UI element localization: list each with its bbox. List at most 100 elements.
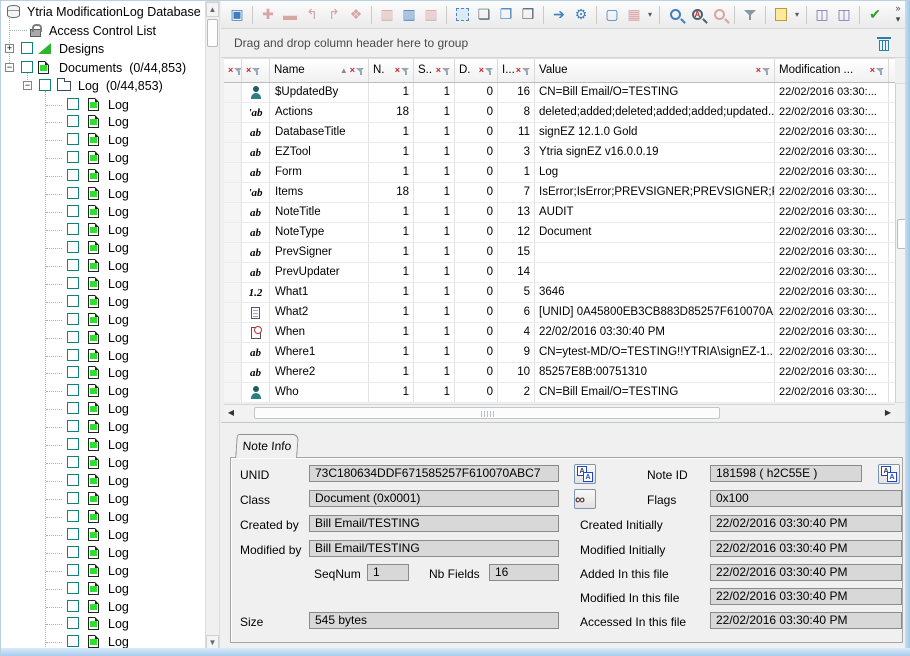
tree-item-log[interactable]: Log — [1, 364, 201, 382]
field-n-cell[interactable]: 1 — [369, 343, 414, 362]
field-modification-cell[interactable]: 22/02/2016 03:30:... — [775, 143, 889, 162]
table-row[interactable]: ab Where1 1 1 0 9 CN=ytest-MD/O=TESTING!… — [224, 343, 895, 363]
log-checkbox[interactable] — [67, 133, 79, 145]
find-button[interactable]: A — [686, 4, 708, 26]
log-checkbox[interactable] — [67, 492, 79, 504]
field-name-cell[interactable]: Who — [270, 383, 369, 402]
log-checkbox[interactable] — [67, 474, 79, 486]
field-s-cell[interactable]: 1 — [414, 83, 455, 102]
tree-item-log[interactable]: Log — [1, 347, 201, 365]
field-modification-cell[interactable]: 22/02/2016 03:30:... — [775, 323, 889, 342]
field-s-cell[interactable]: 1 — [414, 123, 455, 142]
accessed-in-file-field[interactable]: 22/02/2016 03:30:40 PM — [710, 612, 902, 629]
field-modification-cell[interactable]: 22/02/2016 03:30:... — [775, 203, 889, 222]
field-name-cell[interactable]: NoteType — [270, 223, 369, 242]
column-header[interactable]: × — [224, 59, 242, 82]
field-n-cell[interactable]: 1 — [369, 323, 414, 342]
column-header[interactable]: D. × — [455, 59, 498, 82]
field-name-cell[interactable]: What2 — [270, 303, 369, 322]
field-i-cell[interactable]: 4 — [498, 323, 535, 342]
columns-hide-button[interactable]: ▥ — [376, 4, 398, 26]
field-s-cell[interactable]: 1 — [414, 103, 455, 122]
tree-item-log[interactable]: Log — [1, 454, 201, 472]
field-s-cell[interactable]: 1 — [414, 263, 455, 282]
new-note-button[interactable] — [770, 4, 792, 26]
log-checkbox[interactable] — [67, 600, 79, 612]
tree-item-log[interactable]: Log — [1, 400, 201, 418]
modified-in-file-field[interactable]: 22/02/2016 03:30:40 PM — [710, 588, 902, 605]
created-by-field[interactable]: Bill Email/TESTING — [309, 515, 559, 532]
field-d-cell[interactable]: 0 — [455, 223, 498, 242]
table-row[interactable]: Who 1 1 0 2 CN=Bill Email/O=TESTING 22/0… — [224, 383, 895, 403]
field-name-cell[interactable]: PrevSigner — [270, 243, 369, 262]
copy-options-button[interactable]: ❒ — [517, 4, 539, 26]
tree-item-log[interactable]: Log — [1, 311, 201, 329]
field-n-cell[interactable]: 1 — [369, 243, 414, 262]
copy-table-button[interactable]: ❐ — [495, 4, 517, 26]
tree-item-log[interactable]: Log — [1, 167, 201, 185]
zoom-reset-button[interactable] — [708, 4, 730, 26]
log-checkbox[interactable] — [67, 366, 79, 378]
tree-item-documents[interactable]: − Documents (0/44,853) — [1, 59, 201, 77]
field-i-cell[interactable]: 3 — [498, 143, 535, 162]
added-in-file-field[interactable]: 22/02/2016 03:30:40 PM — [710, 564, 902, 581]
table-row[interactable]: $UpdatedBy 1 1 0 16 CN=Bill Email/O=TEST… — [224, 83, 895, 103]
tree-item-log[interactable]: Log — [1, 615, 201, 633]
log-folder-checkbox[interactable] — [39, 79, 51, 91]
field-n-cell[interactable]: 1 — [369, 123, 414, 142]
field-modification-cell[interactable]: 22/02/2016 03:30:... — [775, 283, 889, 302]
filter-icon[interactable]: × — [870, 59, 885, 82]
column-header[interactable]: Modification ... × — [775, 59, 889, 82]
field-i-cell[interactable]: 10 — [498, 363, 535, 382]
field-n-cell[interactable]: 1 — [369, 143, 414, 162]
scroll-up-button[interactable]: ▲ — [206, 2, 219, 17]
field-name-cell[interactable]: Items — [270, 183, 369, 202]
field-value-cell[interactable] — [535, 243, 775, 262]
tree-item-log[interactable]: Log — [1, 562, 201, 580]
field-n-cell[interactable]: 1 — [369, 223, 414, 242]
field-d-cell[interactable]: 0 — [455, 343, 498, 362]
tree-item-log[interactable]: Log — [1, 472, 201, 490]
tree-item-access-control-list[interactable]: Access Control List — [1, 22, 201, 40]
field-modification-cell[interactable]: 22/02/2016 03:30:... — [775, 343, 889, 362]
field-name-cell[interactable]: Where2 — [270, 363, 369, 382]
filter-icon[interactable]: × — [436, 59, 451, 82]
column-header[interactable]: Value × — [535, 59, 775, 82]
copy-button[interactable]: ❏ — [473, 4, 495, 26]
log-checkbox[interactable] — [67, 205, 79, 217]
scroll-left-button[interactable]: ◀ — [224, 406, 238, 420]
table-row[interactable]: ab PrevUpdater 1 1 0 14 22/02/2016 03:30… — [224, 263, 895, 283]
filter-icon[interactable]: × — [228, 59, 242, 82]
field-d-cell[interactable]: 0 — [455, 103, 498, 122]
field-name-cell[interactable]: What1 — [270, 283, 369, 302]
filter-icon[interactable]: × — [756, 59, 771, 82]
trash-icon[interactable] — [877, 36, 891, 52]
expand-row-right-button[interactable]: ◫ — [833, 4, 855, 26]
tree-item-database-root[interactable]: Ytria ModificationLog Database — [1, 3, 201, 21]
field-value-cell[interactable]: CN=ytest-MD/O=TESTING!!YTRIA\signEZ-1... — [535, 343, 775, 362]
field-s-cell[interactable]: 1 — [414, 363, 455, 382]
field-i-cell[interactable]: 14 — [498, 263, 535, 282]
field-name-cell[interactable]: EZTool — [270, 143, 369, 162]
field-d-cell[interactable]: 0 — [455, 283, 498, 302]
table-row[interactable]: When 1 1 0 4 22/02/2016 03:30:40 PM 22/0… — [224, 323, 895, 343]
log-checkbox[interactable] — [67, 115, 79, 127]
field-modification-cell[interactable]: 22/02/2016 03:30:... — [775, 383, 889, 402]
field-s-cell[interactable]: 1 — [414, 143, 455, 162]
field-value-cell[interactable]: Ytria signEZ v16.0.0.19 — [535, 143, 775, 162]
field-n-cell[interactable]: 1 — [369, 163, 414, 182]
field-name-cell[interactable]: Where1 — [270, 343, 369, 362]
field-name-cell[interactable]: Form — [270, 163, 369, 182]
field-s-cell[interactable]: 1 — [414, 183, 455, 202]
filter-icon[interactable]: × — [246, 59, 261, 82]
field-value-cell[interactable]: deleted;added;deleted;added;added;update… — [535, 103, 775, 122]
tree-item-log[interactable]: Log — [1, 203, 201, 221]
collapse-icon[interactable]: − — [23, 81, 32, 90]
tree-item-log[interactable]: Log — [1, 149, 201, 167]
field-modification-cell[interactable]: 22/02/2016 03:30:... — [775, 223, 889, 242]
field-d-cell[interactable]: 0 — [455, 323, 498, 342]
log-checkbox[interactable] — [67, 331, 79, 343]
log-checkbox[interactable] — [67, 546, 79, 558]
field-d-cell[interactable]: 0 — [455, 363, 498, 382]
field-d-cell[interactable]: 0 — [455, 203, 498, 222]
